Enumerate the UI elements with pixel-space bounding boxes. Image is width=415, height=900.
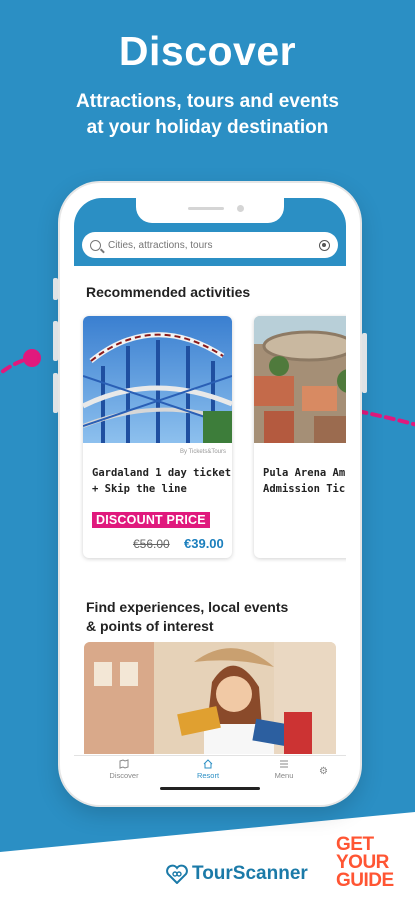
activity-card[interactable]: Pula Arena Am Admission Tick bbox=[254, 316, 346, 558]
card-title: Gardaland 1 day ticket + Skip the line bbox=[92, 465, 232, 497]
gyg-line-3: GUIDE bbox=[336, 870, 394, 891]
phone-mockup: Recommended activities By Tickets&Tours bbox=[53, 183, 367, 805]
phone-side-button bbox=[53, 278, 58, 300]
tab-resort-label: Resort bbox=[196, 771, 220, 780]
subtitle-line-1: Attractions, tours and events bbox=[76, 91, 339, 112]
page-subtitle: Attractions, tours and events at your ho… bbox=[0, 89, 415, 141]
phone-power-button bbox=[362, 333, 367, 393]
tourscanner-logo: TourScanner bbox=[166, 863, 308, 885]
tab-discover[interactable]: Discover bbox=[94, 759, 154, 780]
menu-icon bbox=[280, 760, 288, 768]
tourscanner-heart-icon bbox=[166, 864, 188, 884]
tab-resort[interactable]: Resort bbox=[178, 759, 238, 780]
notch-speaker bbox=[188, 207, 224, 210]
section-title-find-line-1: Find experiences, local events bbox=[86, 599, 289, 615]
subtitle-line-2: at your holiday destination bbox=[86, 117, 329, 138]
activity-card[interactable]: By Tickets&Tours Gardaland 1 day ticket … bbox=[83, 316, 232, 558]
app-screen: Recommended activities By Tickets&Tours bbox=[74, 198, 346, 792]
card-title-line-1: Gardaland 1 day ticket bbox=[92, 467, 232, 479]
new-price: €39.00 bbox=[184, 536, 224, 551]
search-icon bbox=[90, 239, 101, 251]
experience-photo[interactable] bbox=[84, 642, 336, 754]
section-title-find: Find experiences, local events & points … bbox=[86, 598, 288, 636]
tab-menu-label: Menu bbox=[274, 771, 294, 780]
tab-discover-label: Discover bbox=[109, 771, 139, 780]
home-icon bbox=[203, 759, 213, 769]
old-price: €56.00 bbox=[133, 537, 170, 551]
phone-volume-down bbox=[53, 373, 58, 413]
search-input[interactable] bbox=[108, 239, 319, 251]
card-title: Pula Arena Am Admission Tick bbox=[263, 465, 346, 497]
card-title-line-2: + Skip the line bbox=[92, 483, 187, 495]
tourscanner-wordmark: TourScanner bbox=[192, 863, 308, 884]
phone-notch bbox=[136, 198, 284, 223]
map-icon bbox=[119, 759, 129, 769]
card-image-pula-arena bbox=[254, 316, 346, 443]
locate-icon[interactable] bbox=[319, 239, 330, 251]
discount-badge: DISCOUNT PRICE bbox=[92, 512, 210, 528]
card-title-line-2: Admission Tick bbox=[263, 483, 346, 495]
card-image-roller-coaster bbox=[83, 316, 232, 443]
notch-camera bbox=[237, 205, 244, 212]
section-title-recommended: Recommended activities bbox=[86, 284, 251, 300]
phone-volume-up bbox=[53, 321, 58, 361]
getyourguide-logo: GET YOUR GUIDE bbox=[336, 835, 398, 891]
section-title-find-line-2: & points of interest bbox=[86, 618, 214, 634]
gear-icon[interactable]: ⚙ bbox=[319, 766, 328, 777]
card-title-line-1: Pula Arena Am bbox=[263, 467, 346, 479]
home-indicator bbox=[160, 787, 260, 790]
search-bar[interactable] bbox=[82, 232, 338, 258]
page-title: Discover bbox=[118, 28, 297, 74]
tab-menu[interactable]: Menu bbox=[254, 759, 314, 780]
card-provider: By Tickets&Tours bbox=[179, 449, 226, 455]
